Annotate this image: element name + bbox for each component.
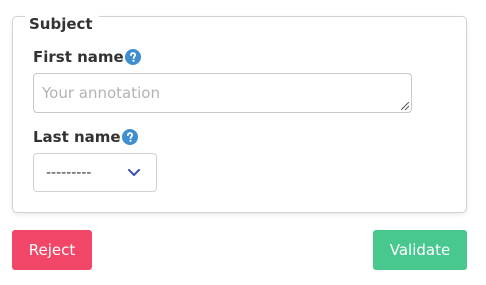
first-name-annotation-textarea[interactable]: Your annotation: [33, 73, 412, 113]
last-name-label: Last name: [33, 128, 121, 146]
first-name-label: First name: [33, 48, 124, 66]
annotation-placeholder: Your annotation: [42, 84, 160, 102]
first-name-help-icon[interactable]: [125, 49, 141, 65]
resize-handle-icon[interactable]: [401, 102, 409, 110]
subject-legend: Subject: [25, 14, 99, 34]
last-name-selected-value: ---------: [46, 165, 92, 181]
validate-button[interactable]: Validate: [373, 230, 467, 270]
reject-button[interactable]: Reject: [12, 230, 92, 270]
last-name-help-icon[interactable]: [122, 129, 138, 145]
chevron-down-icon: [128, 169, 140, 176]
last-name-select[interactable]: ---------: [33, 153, 157, 192]
